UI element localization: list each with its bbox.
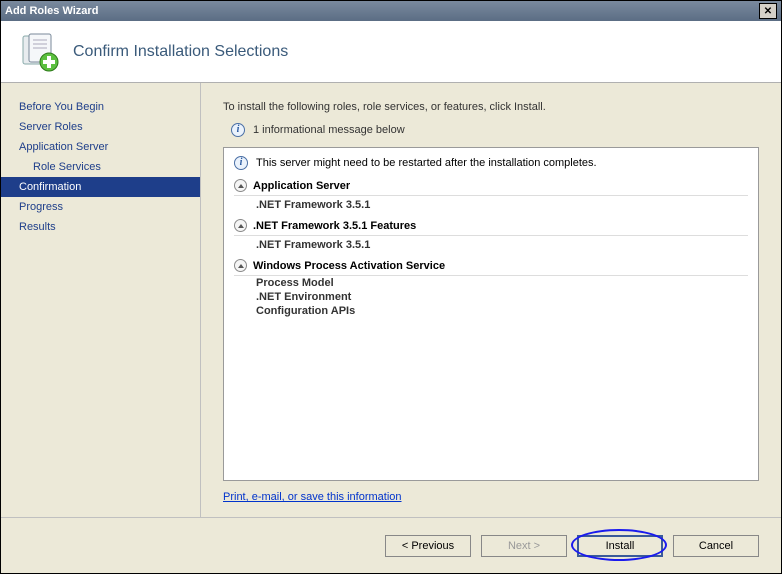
info-summary-text: 1 informational message below <box>253 124 405 136</box>
wizard-window: Add Roles Wizard ✕ Confirm Installation … <box>0 0 782 574</box>
cancel-button[interactable]: Cancel <box>673 535 759 557</box>
sidebar-item-role-services[interactable]: Role Services <box>1 157 200 177</box>
sidebar: Before You Begin Server Roles Applicatio… <box>1 83 201 517</box>
titlebar: Add Roles Wizard ✕ <box>1 1 781 21</box>
header: Confirm Installation Selections <box>1 21 781 83</box>
section-application-server[interactable]: Application Server <box>234 176 748 196</box>
close-button[interactable]: ✕ <box>759 3 777 19</box>
section-wpas[interactable]: Windows Process Activation Service <box>234 256 748 276</box>
page-title: Confirm Installation Selections <box>73 43 288 61</box>
install-button[interactable]: Install <box>577 535 663 557</box>
main-panel: To install the following roles, role ser… <box>201 83 781 517</box>
section-title: Windows Process Activation Service <box>253 260 445 272</box>
wizard-icon <box>19 32 59 72</box>
selection-item: Configuration APIs <box>234 304 748 318</box>
sidebar-item-progress[interactable]: Progress <box>1 197 200 217</box>
sidebar-item-server-roles[interactable]: Server Roles <box>1 117 200 137</box>
selection-item: .NET Framework 3.5.1 <box>234 196 748 214</box>
collapse-icon[interactable] <box>234 219 247 232</box>
info-icon: i <box>234 156 248 170</box>
selection-item: .NET Environment <box>234 290 748 304</box>
restart-info-row: i This server might need to be restarted… <box>234 156 748 170</box>
section-title: .NET Framework 3.5.1 Features <box>253 220 416 232</box>
info-summary-row: i 1 informational message below <box>223 123 759 137</box>
previous-button[interactable]: < Previous <box>385 535 471 557</box>
sidebar-item-confirmation[interactable]: Confirmation <box>1 177 200 197</box>
selections-box: i This server might need to be restarted… <box>223 147 759 481</box>
next-button: Next > <box>481 535 567 557</box>
section-net-framework-features[interactable]: .NET Framework 3.5.1 Features <box>234 216 748 236</box>
section-title: Application Server <box>253 180 350 192</box>
info-icon: i <box>231 123 245 137</box>
collapse-icon[interactable] <box>234 259 247 272</box>
intro-text: To install the following roles, role ser… <box>223 101 759 113</box>
print-save-link[interactable]: Print, e-mail, or save this information <box>223 491 759 503</box>
sidebar-item-results[interactable]: Results <box>1 217 200 237</box>
selection-item: Process Model <box>234 276 748 290</box>
collapse-icon[interactable] <box>234 179 247 192</box>
footer: < Previous Next > Install Cancel <box>1 517 781 573</box>
body: Before You Begin Server Roles Applicatio… <box>1 83 781 517</box>
window-title: Add Roles Wizard <box>5 5 759 17</box>
sidebar-item-application-server[interactable]: Application Server <box>1 137 200 157</box>
sidebar-item-before-you-begin[interactable]: Before You Begin <box>1 97 200 117</box>
restart-message: This server might need to be restarted a… <box>256 157 597 169</box>
selection-item: .NET Framework 3.5.1 <box>234 236 748 254</box>
